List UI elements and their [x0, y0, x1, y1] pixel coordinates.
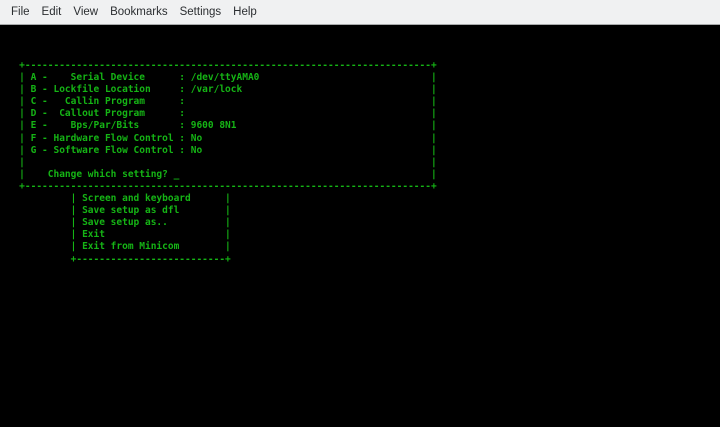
menu-edit[interactable]: Edit	[36, 6, 68, 18]
config-menu-border-bottom: +--------------------------+	[2, 253, 231, 265]
serial-field-e-bps-par-bits: | E - Bps/Par/Bits : 9600 8N1 |	[2, 120, 437, 132]
menu-bookmarks[interactable]: Bookmarks	[104, 6, 174, 18]
serial-field-b-lockfile-location: | B - Lockfile Location : /var/lock |	[2, 84, 437, 96]
menu-view[interactable]: View	[67, 6, 104, 18]
serial-field-d-callout-program: | D - Callout Program : |	[2, 108, 437, 120]
serial-field-f-hardware-flow-control: | F - Hardware Flow Control : No |	[2, 132, 437, 144]
config-menu-item-exit: | Exit |	[2, 229, 231, 241]
serial-field-c-callin-program: | C - Callin Program : |	[2, 96, 437, 108]
minicom-output: +---------------------------------------…	[2, 60, 437, 266]
menu-bar: File Edit View Bookmarks Settings Help	[0, 0, 720, 25]
serial-field-a-serial-device: | A - Serial Device : /dev/ttyAMA0 |	[2, 72, 437, 84]
serial-setup-border-bottom: +---------------------------------------…	[2, 180, 437, 192]
terminal-screen[interactable]: +---------------------------------------…	[0, 25, 720, 427]
config-menu-item-screen-and-keyboard: | Screen and keyboard |	[2, 193, 231, 205]
config-menu-item-save-setup-as-dfl: | Save setup as dfl |	[2, 205, 231, 217]
menu-settings[interactable]: Settings	[174, 6, 228, 18]
config-menu-item-save-setup-as: | Save setup as.. |	[2, 217, 231, 229]
serial-field-g-software-flow-control: | G - Software Flow Control : No |	[2, 144, 437, 156]
serial-setup-border-top: +---------------------------------------…	[2, 60, 437, 71]
serial-setup-blank-line: | |	[2, 156, 437, 168]
serial-setup-prompt-line: | Change which setting? _ |	[2, 168, 437, 180]
menu-help[interactable]: Help	[227, 6, 263, 18]
config-menu-item-exit-from-minicom: | Exit from Minicom |	[2, 241, 231, 253]
menu-file[interactable]: File	[5, 6, 36, 18]
